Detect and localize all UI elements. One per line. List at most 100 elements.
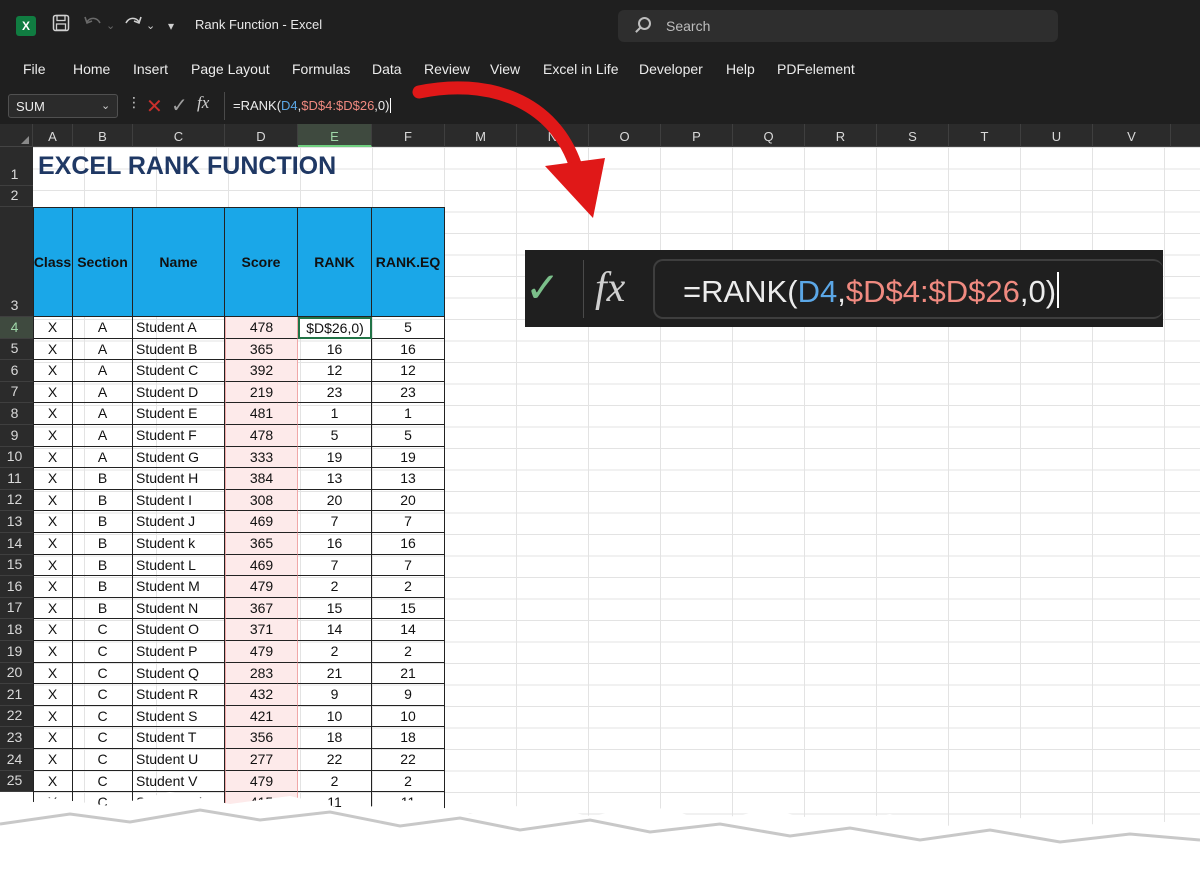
- enter-check-icon[interactable]: ✓: [171, 93, 188, 118]
- table-header-rank[interactable]: RANK: [298, 207, 372, 317]
- table-cell-rank[interactable]: 5: [298, 425, 372, 447]
- table-cell-score[interactable]: 469: [225, 554, 298, 577]
- table-cell-name[interactable]: Student G: [133, 446, 225, 469]
- table-cell-score[interactable]: 384: [225, 468, 298, 490]
- table-cell-name[interactable]: Student A: [133, 317, 225, 339]
- insert-function-icon[interactable]: fx: [197, 93, 209, 113]
- table-cell-rank-eq[interactable]: 2: [372, 641, 445, 663]
- table-cell-class[interactable]: X: [33, 619, 73, 641]
- select-all-corner[interactable]: [0, 124, 33, 147]
- table-cell-score[interactable]: 367: [225, 597, 298, 620]
- table-cell-rank[interactable]: 20: [298, 489, 372, 512]
- table-cell-name[interactable]: Student H: [133, 468, 225, 490]
- table-cell-name[interactable]: Student L: [133, 554, 225, 577]
- table-cell-section[interactable]: A: [73, 338, 133, 361]
- table-cell-name[interactable]: Student R: [133, 684, 225, 706]
- table-cell-rank-eq[interactable]: 16: [372, 533, 445, 555]
- table-cell-rank[interactable]: 1: [298, 403, 372, 425]
- table-cell-rank[interactable]: 22: [298, 749, 372, 771]
- table-cell-rank-eq[interactable]: 12: [372, 360, 445, 382]
- column-header-c[interactable]: C: [133, 124, 225, 147]
- table-cell-class[interactable]: X: [33, 749, 73, 771]
- formula-input[interactable]: =RANK(D4,$D$4:$D$26,0): [224, 92, 1200, 120]
- table-cell-rank[interactable]: 9: [298, 684, 372, 706]
- table-cell-rank-eq[interactable]: 7: [372, 511, 445, 533]
- row-header-8[interactable]: 8: [0, 403, 33, 425]
- row-header-11[interactable]: 11: [0, 468, 33, 490]
- table-header-section[interactable]: Section: [73, 207, 133, 317]
- undo-dropdown-icon[interactable]: ⌄: [106, 14, 115, 38]
- table-header-score[interactable]: Score: [225, 207, 298, 317]
- table-cell-rank-eq[interactable]: 22: [372, 749, 445, 771]
- table-cell-class[interactable]: X: [33, 597, 73, 620]
- table-cell-section[interactable]: B: [73, 576, 133, 598]
- tab-view[interactable]: View: [490, 61, 520, 77]
- row-header-14[interactable]: 14: [0, 533, 33, 555]
- column-header-p[interactable]: P: [661, 124, 733, 147]
- search-box[interactable]: Search: [618, 10, 1058, 42]
- table-cell-rank-eq[interactable]: 21: [372, 662, 445, 685]
- column-header-b[interactable]: B: [73, 124, 133, 147]
- table-cell-class[interactable]: X: [33, 684, 73, 706]
- table-cell-score[interactable]: 365: [225, 338, 298, 361]
- table-cell-name[interactable]: Student B: [133, 338, 225, 361]
- table-cell-class[interactable]: X: [33, 425, 73, 447]
- table-cell-score[interactable]: 469: [225, 511, 298, 533]
- table-cell-score[interactable]: 392: [225, 360, 298, 382]
- table-cell-class[interactable]: X: [33, 641, 73, 663]
- table-cell-score[interactable]: 333: [225, 446, 298, 469]
- table-cell-name[interactable]: Student I: [133, 489, 225, 512]
- table-cell-rank[interactable]: 2: [298, 641, 372, 663]
- table-cell-score[interactable]: 479: [225, 576, 298, 598]
- table-cell-name[interactable]: Student O: [133, 619, 225, 641]
- table-cell-score[interactable]: 478: [225, 317, 298, 339]
- row-header-9[interactable]: 9: [0, 425, 33, 447]
- table-cell-rank-eq[interactable]: 19: [372, 446, 445, 469]
- table-cell-section[interactable]: A: [73, 425, 133, 447]
- undo-icon[interactable]: [82, 14, 104, 38]
- tab-formulas[interactable]: Formulas: [292, 61, 350, 77]
- tab-data[interactable]: Data: [372, 61, 402, 77]
- table-cell-rank[interactable]: 21: [298, 662, 372, 685]
- table-cell-name[interactable]: Student P: [133, 641, 225, 663]
- table-cell-rank-eq[interactable]: 23: [372, 381, 445, 404]
- save-icon[interactable]: [52, 14, 70, 38]
- table-cell-class[interactable]: X: [33, 360, 73, 382]
- row-header-16[interactable]: 16: [0, 576, 33, 598]
- row-header-21[interactable]: 21: [0, 684, 33, 706]
- column-header-t[interactable]: T: [949, 124, 1021, 147]
- table-cell-rank-eq[interactable]: 7: [372, 554, 445, 577]
- table-cell-score[interactable]: 356: [225, 727, 298, 749]
- table-cell-section[interactable]: C: [73, 705, 133, 728]
- table-cell-rank[interactable]: 10: [298, 705, 372, 728]
- row-header-17[interactable]: 17: [0, 597, 33, 620]
- tab-pdfelement[interactable]: PDFelement: [777, 61, 855, 77]
- table-cell-section[interactable]: B: [73, 468, 133, 490]
- table-cell-rank[interactable]: 2: [298, 576, 372, 598]
- row-header-22[interactable]: 22: [0, 705, 33, 728]
- row-header-13[interactable]: 13: [0, 511, 33, 533]
- table-cell-rank[interactable]: 16: [298, 533, 372, 555]
- table-cell-name[interactable]: Student Q: [133, 662, 225, 685]
- table-cell-rank[interactable]: 16: [298, 338, 372, 361]
- table-cell-name[interactable]: Student E: [133, 403, 225, 425]
- table-cell-score[interactable]: 308: [225, 489, 298, 512]
- table-cell-class[interactable]: X: [33, 705, 73, 728]
- table-cell-name[interactable]: Student C: [133, 360, 225, 382]
- name-box[interactable]: SUM ⌄: [8, 94, 118, 118]
- column-header-d[interactable]: D: [225, 124, 298, 147]
- table-cell-class[interactable]: X: [33, 446, 73, 469]
- table-cell-section[interactable]: C: [73, 619, 133, 641]
- chevron-down-icon[interactable]: ⌄: [101, 99, 110, 112]
- table-cell-class[interactable]: X: [33, 317, 73, 339]
- table-cell-score[interactable]: 481: [225, 403, 298, 425]
- table-cell-rank-eq[interactable]: 2: [372, 576, 445, 598]
- column-header-q[interactable]: Q: [733, 124, 805, 147]
- table-cell-section[interactable]: C: [73, 662, 133, 685]
- table-cell-score[interactable]: 365: [225, 533, 298, 555]
- table-cell-section[interactable]: A: [73, 317, 133, 339]
- table-cell-rank[interactable]: 23: [298, 381, 372, 404]
- table-cell-rank-eq[interactable]: 14: [372, 619, 445, 641]
- table-cell-class[interactable]: X: [33, 533, 73, 555]
- table-cell-section[interactable]: B: [73, 489, 133, 512]
